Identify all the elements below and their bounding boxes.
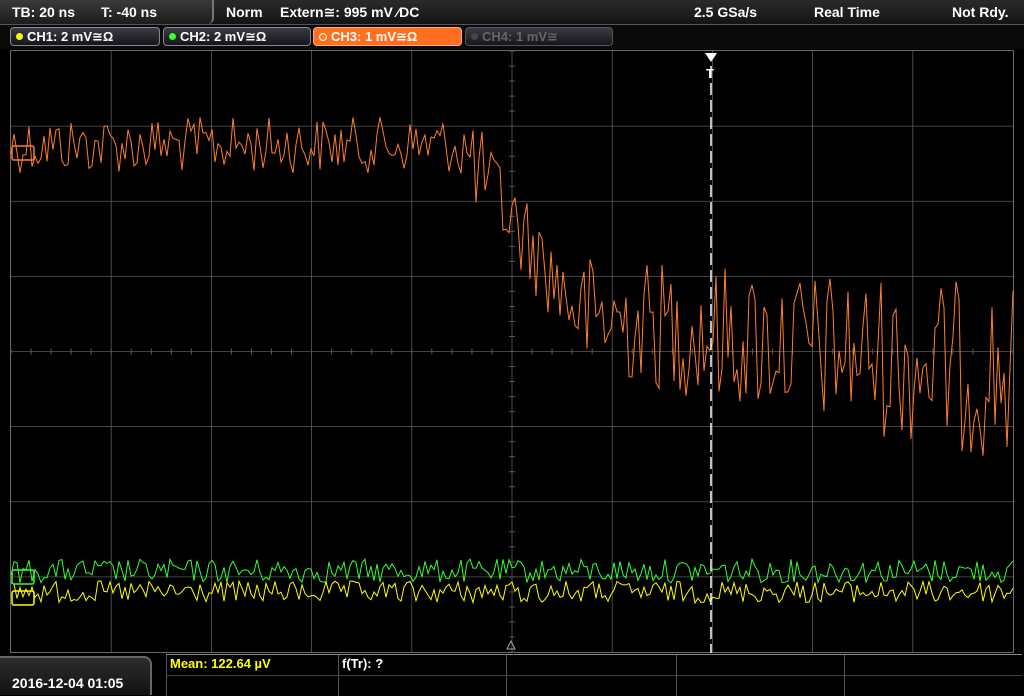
measurement-row-divider [166, 675, 1022, 676]
trigger-position-marker-icon[interactable] [705, 53, 717, 62]
waveform-canvas: T [10, 50, 1014, 653]
date-time-box: 2016-12-04 01:05 [0, 656, 152, 695]
rise-time-measurement: f(Tr): ? [342, 656, 384, 671]
measurement-panel[interactable]: Mean: 122.64 µV f(Tr): ? [166, 654, 1022, 696]
trigger-marker-label: T [706, 66, 714, 81]
date-time-label: 2016-12-04 01:05 [12, 675, 124, 691]
time-reference-marker-icon [506, 639, 516, 650]
mean-measurement: Mean: 122.64 µV [170, 656, 271, 671]
